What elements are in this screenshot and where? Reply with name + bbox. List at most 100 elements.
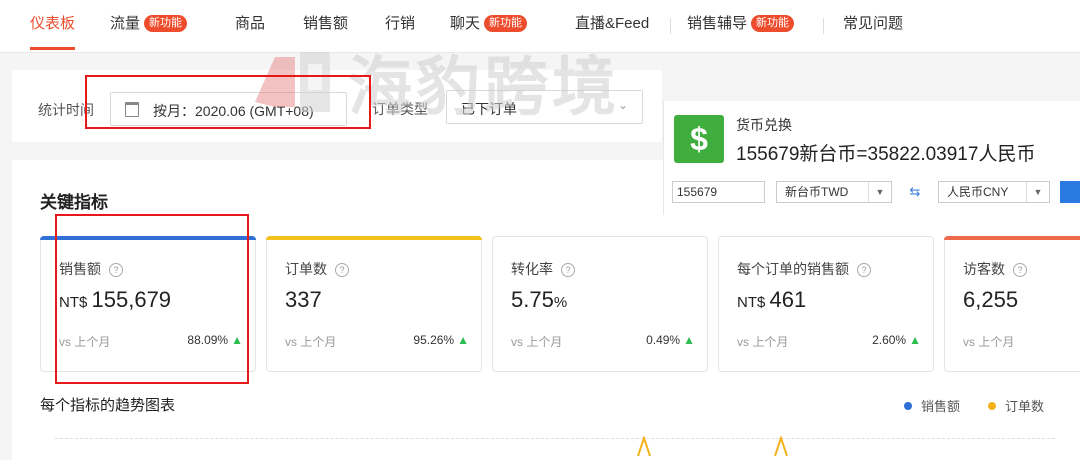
order-type-select[interactable]: 已下订单 ⌄ (446, 90, 643, 124)
metric-change-wrap: 95.26% ▲ (413, 333, 469, 347)
period-picker[interactable]: 按月：2020.06 (GMT+08) (110, 92, 347, 126)
convert-button[interactable] (1060, 181, 1080, 203)
metric-prefix: NT$ (59, 294, 92, 311)
tab-label: 行销 (385, 15, 416, 32)
compare-label: vs 上个月 (963, 335, 1015, 349)
converter-result: 155679新台币=35822.03917人民币 (736, 144, 1036, 165)
metric-card-visitors[interactable]: 访客数? 6,255 vs 上个月 (944, 236, 1080, 372)
metric-card-sales[interactable]: 销售额? NT$ 155,679 vs 上个月 88.09% ▲ (40, 236, 256, 372)
legend-dot (904, 402, 912, 410)
calendar-icon (125, 102, 139, 117)
order-type-value: 已下订单 (461, 101, 517, 117)
trend-chart-title: 每个指标的趋势图表 (40, 397, 176, 414)
metric-unit: % (553, 294, 568, 311)
metric-card-avg-order-sales[interactable]: 每个订单的销售额? NT$ 461 vs 上个月 2.60% ▲ (718, 236, 934, 372)
metric-change: 2.60% (872, 333, 907, 347)
metric-name: 转化率 (511, 261, 553, 277)
key-metrics-title: 关键指标 (40, 193, 108, 212)
tab-faq[interactable]: 常见问题 (843, 0, 903, 52)
metric-name: 订单数 (285, 261, 327, 277)
metric-name-wrap: 转化率? (511, 259, 575, 279)
nav-divider (670, 18, 671, 34)
currency-converter: $ 货币兑换 155679新台币=35822.03917人民币 新台币TWD ▼… (663, 101, 1080, 215)
tab-dashboard[interactable]: 仪表板 (30, 0, 76, 52)
metric-change: 95.26% (413, 333, 455, 347)
arrow-up-icon: ▲ (683, 333, 695, 347)
metric-name-wrap: 订单数? (285, 259, 349, 279)
tab-products[interactable]: 商品 (235, 0, 265, 52)
metric-change-wrap: 0.49% ▲ (646, 333, 695, 347)
metric-accent-bar (266, 236, 482, 240)
new-feature-badge: 新功能 (144, 15, 188, 32)
period-value: 按月：2020.06 (GMT+08) (153, 103, 314, 119)
dollar-sign-icon: $ (674, 115, 724, 163)
metric-name-wrap: 每个订单的销售额? (737, 259, 871, 279)
tab-label: 商品 (235, 15, 266, 32)
chevron-down-icon: ⌄ (617, 98, 628, 112)
metric-change-wrap: 2.60% ▲ (872, 333, 921, 347)
help-icon[interactable]: ? (1013, 263, 1027, 277)
legend-dot (988, 402, 996, 410)
period-label: 统计时间 (38, 102, 94, 118)
tab-label: 流量 (110, 15, 141, 32)
tab-sales-coaching[interactable]: 销售辅导 新功能 (687, 0, 795, 52)
chevron-down-icon: ▼ (1026, 182, 1049, 202)
order-type-label: 订单类型 (372, 101, 428, 117)
help-icon[interactable]: ? (857, 263, 871, 277)
legend-item-orders[interactable]: 订单数 (988, 396, 1044, 415)
metric-name: 销售额 (59, 261, 101, 277)
metric-value-wrap: NT$ 461 (737, 287, 806, 313)
arrow-up-icon: ▲ (231, 333, 243, 347)
metric-accent-bar (40, 236, 256, 240)
metric-card-orders[interactable]: 订单数? 337 vs 上个月 95.26% ▲ (266, 236, 482, 372)
metric-value: 5.75 (511, 287, 554, 312)
metric-change-wrap: 88.09% ▲ (187, 333, 243, 347)
new-feature-badge: 新功能 (484, 15, 528, 32)
metric-change: 0.49% (646, 333, 681, 347)
legend-item-sales[interactable]: 销售额 (904, 396, 960, 415)
swap-icon[interactable]: ⇆ (904, 181, 926, 203)
help-icon[interactable]: ? (335, 263, 349, 277)
metric-value: 337 (285, 287, 322, 312)
top-nav: 仪表板 流量 新功能 商品 销售额 行销 聊天 新功能 直播&Feed 销售辅导 新功… (0, 0, 1080, 53)
converter-title: 货币兑换 (736, 117, 792, 133)
tab-traffic[interactable]: 流量 新功能 (110, 0, 188, 52)
metric-value: 155,679 (91, 287, 172, 312)
tab-label: 常见问题 (843, 15, 904, 32)
tab-label: 仪表板 (30, 15, 76, 32)
help-icon[interactable]: ? (561, 263, 575, 277)
new-feature-badge: 新功能 (751, 15, 795, 32)
metric-change: 88.09% (187, 333, 229, 347)
amount-input[interactable] (672, 181, 765, 203)
metric-card-conversion[interactable]: 转化率? 5.75% vs 上个月 0.49% ▲ (492, 236, 708, 372)
arrow-up-icon: ▲ (457, 333, 469, 347)
compare-label: vs 上个月 (511, 335, 563, 349)
from-currency-select[interactable]: 新台币TWD ▼ (776, 181, 892, 203)
arrow-up-icon: ▲ (909, 333, 921, 347)
compare-label: vs 上个月 (59, 335, 111, 349)
trend-line-partial (637, 436, 788, 456)
tab-live-feed[interactable]: 直播&Feed (575, 0, 649, 52)
metric-value-wrap: NT$ 155,679 (59, 287, 171, 313)
metric-value-wrap: 5.75% (511, 287, 567, 313)
metric-accent-bar (944, 236, 1080, 240)
chevron-down-icon: ▼ (868, 182, 891, 202)
metric-value: 6,255 (963, 287, 1019, 312)
tab-label: 聊天 (450, 15, 481, 32)
to-currency-select[interactable]: 人民币CNY ▼ (938, 181, 1050, 203)
help-icon[interactable]: ? (109, 263, 123, 277)
tab-sales[interactable]: 销售额 (303, 0, 348, 52)
from-currency-value: 新台币TWD (785, 185, 849, 199)
metric-name-wrap: 销售额? (59, 259, 123, 279)
tab-marketing[interactable]: 行销 (385, 0, 415, 52)
nav-divider (823, 18, 824, 34)
tab-label: 销售辅导 (687, 15, 748, 32)
legend-label: 销售额 (921, 399, 961, 414)
tab-label: 直播&Feed (575, 15, 650, 32)
legend-label: 订单数 (1005, 399, 1045, 414)
compare-label: vs 上个月 (285, 335, 337, 349)
metric-value: 461 (769, 287, 807, 312)
to-currency-value: 人民币CNY (947, 185, 1009, 199)
tab-chat[interactable]: 聊天 新功能 (450, 0, 528, 52)
compare-label: vs 上个月 (737, 335, 789, 349)
